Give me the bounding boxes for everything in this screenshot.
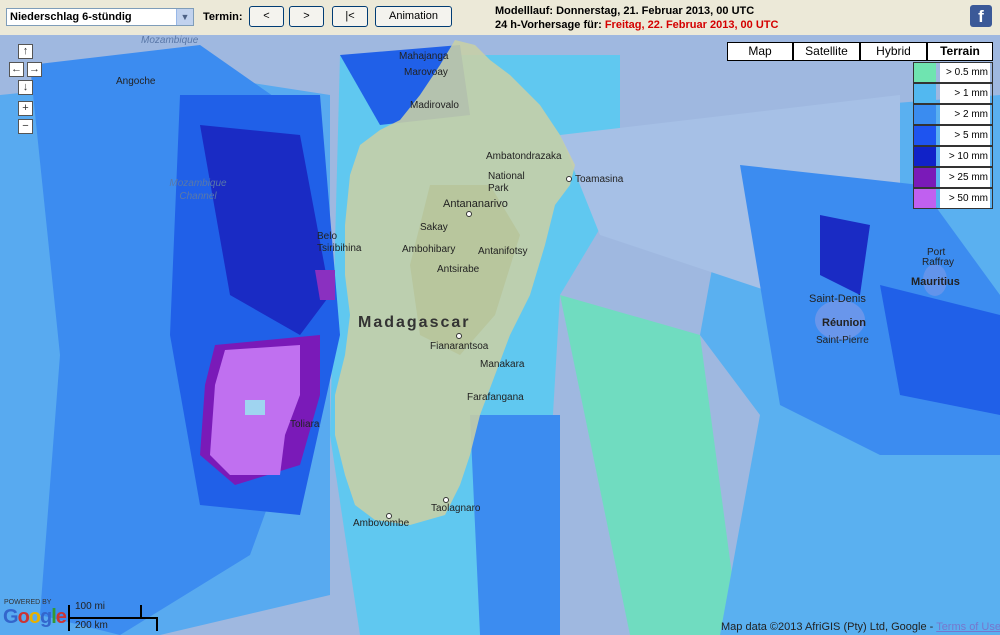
label-raffray: Raffray: [922, 257, 955, 268]
label-mahajanga: Mahajanga: [399, 51, 449, 62]
maptype-terrain-button[interactable]: Terrain: [927, 42, 993, 61]
label-antsirabe: Antsirabe: [437, 264, 480, 275]
legend-label: > 50 mm: [940, 189, 990, 208]
zoom-out-button[interactable]: −: [18, 119, 33, 134]
pan-up-button[interactable]: ↑: [18, 44, 33, 59]
termin-label: Termin:: [203, 11, 243, 23]
city-dot-taolagnaro: [443, 497, 449, 503]
legend-row: > 0.5 mm: [913, 62, 993, 83]
label-sakay: Sakay: [420, 222, 448, 233]
label-marovoay: Marovoay: [404, 67, 448, 78]
model-run-info: Modelllauf: Donnerstag, 21. Februar 2013…: [495, 4, 778, 32]
legend-label: > 0.5 mm: [940, 63, 990, 82]
pan-right-button[interactable]: →: [27, 62, 42, 77]
label-antanifotsy: Antanifotsy: [478, 246, 528, 257]
copyright-text: Map data ©2013 AfriGIS (Pty) Ltd, Google…: [721, 621, 937, 633]
zoom-in-button[interactable]: +: [18, 101, 33, 116]
label-madirovalo: Madirovalo: [410, 100, 459, 111]
forecast-date: Freitag, 22. Februar 2013, 00 UTC: [604, 19, 779, 31]
city-dot-ambovombe: [386, 513, 392, 519]
legend-swatch: [914, 168, 936, 187]
legend-swatch: [914, 63, 936, 82]
label-madagascar: Madagascar: [358, 314, 471, 331]
maptype-map-button[interactable]: Map: [727, 42, 793, 61]
google-logo[interactable]: Google: [3, 606, 67, 629]
pan-left-button[interactable]: ←: [9, 62, 24, 77]
product-select[interactable]: Niederschlag 6-stündig ▼: [6, 8, 194, 26]
maptype-hybrid-button[interactable]: Hybrid: [860, 42, 927, 61]
next-button[interactable]: >: [289, 6, 324, 27]
label-ambatondrazaka: Ambatondrazaka: [486, 151, 562, 162]
label-saint-denis: Saint-Denis: [809, 293, 866, 305]
animation-button[interactable]: Animation: [375, 6, 452, 27]
legend-row: > 1 mm: [913, 83, 993, 104]
label-angoche: Angoche: [116, 76, 156, 87]
label-taolagnaro: Taolagnaro: [431, 503, 481, 514]
legend-label: > 2 mm: [940, 105, 990, 124]
legend-row: > 5 mm: [913, 125, 993, 146]
legend-row: > 10 mm: [913, 146, 993, 167]
label-national-park: National Park: [488, 171, 525, 194]
legend-row: > 2 mm: [913, 104, 993, 125]
city-dot-toamasina: [566, 176, 572, 182]
label-mauritius: Mauritius: [911, 276, 960, 288]
pan-down-button[interactable]: ↓: [18, 80, 33, 95]
label-saint-pierre: Saint-Pierre: [816, 335, 869, 346]
legend-label: > 10 mm: [940, 147, 990, 166]
legend-swatch: [914, 147, 936, 166]
facebook-icon[interactable]: f: [970, 5, 992, 27]
legend-swatch: [914, 189, 936, 208]
label-antananarivo: Antananarivo: [443, 198, 508, 210]
product-select-value: Niederschlag 6-stündig: [10, 11, 132, 23]
first-button[interactable]: |<: [332, 6, 368, 27]
label-toliara: Toliara: [290, 419, 320, 430]
legend-row: > 50 mm: [913, 188, 993, 209]
label-fianarantsoa: Fianarantsoa: [430, 341, 489, 352]
prev-button[interactable]: <: [249, 6, 284, 27]
scale-mi-label: 100 mi: [75, 601, 106, 612]
legend-label: > 1 mm: [940, 84, 990, 103]
maptype-satellite-button[interactable]: Satellite: [793, 42, 860, 61]
map-canvas[interactable]: Mozambique Mahajanga Marovoay Madirovalo…: [0, 35, 1000, 635]
label-mozambique-channel: Mozambique Channel: [169, 178, 227, 202]
city-dot-antananarivo: [466, 211, 472, 217]
legend-swatch: [914, 105, 936, 124]
label-reunion: Réunion: [822, 317, 866, 329]
forecast-prefix: 24 h-Vorhersage für:: [495, 19, 605, 31]
precipitation-legend: > 0.5 mm > 1 mm > 2 mm > 5 mm > 10 mm > …: [913, 62, 993, 212]
legend-label: > 25 mm: [940, 168, 990, 187]
forecast-line: 24 h-Vorhersage für: Freitag, 22. Februa…: [495, 18, 778, 32]
label-ambohibary: Ambohibary: [402, 244, 456, 255]
label-manakara: Manakara: [480, 359, 525, 370]
model-run-text: Modelllauf: Donnerstag, 21. Februar 2013…: [495, 5, 755, 17]
powered-by-label: POWERED BY: [4, 599, 52, 606]
legend-swatch: [914, 126, 936, 145]
label-toamasina: Toamasina: [575, 174, 624, 185]
label-belo-tsiribihina: Belo Tsiribihina: [317, 231, 362, 254]
label-farafangana: Farafangana: [467, 392, 524, 403]
label-mozambique: Mozambique: [141, 35, 199, 46]
legend-label: > 5 mm: [940, 126, 990, 145]
map-copyright: Map data ©2013 AfriGIS (Pty) Ltd, Google…: [721, 621, 1000, 633]
chevron-down-icon[interactable]: ▼: [176, 9, 193, 25]
label-ambovombe: Ambovombe: [353, 518, 410, 529]
legend-swatch: [914, 84, 936, 103]
legend-row: > 25 mm: [913, 167, 993, 188]
scale-km-label: 200 km: [75, 620, 108, 631]
terms-of-use-link[interactable]: Terms of Use: [936, 621, 1000, 633]
city-dot-fianarantsoa: [456, 333, 462, 339]
toolbar: Niederschlag 6-stündig ▼ Termin: < > |< …: [0, 0, 1000, 35]
